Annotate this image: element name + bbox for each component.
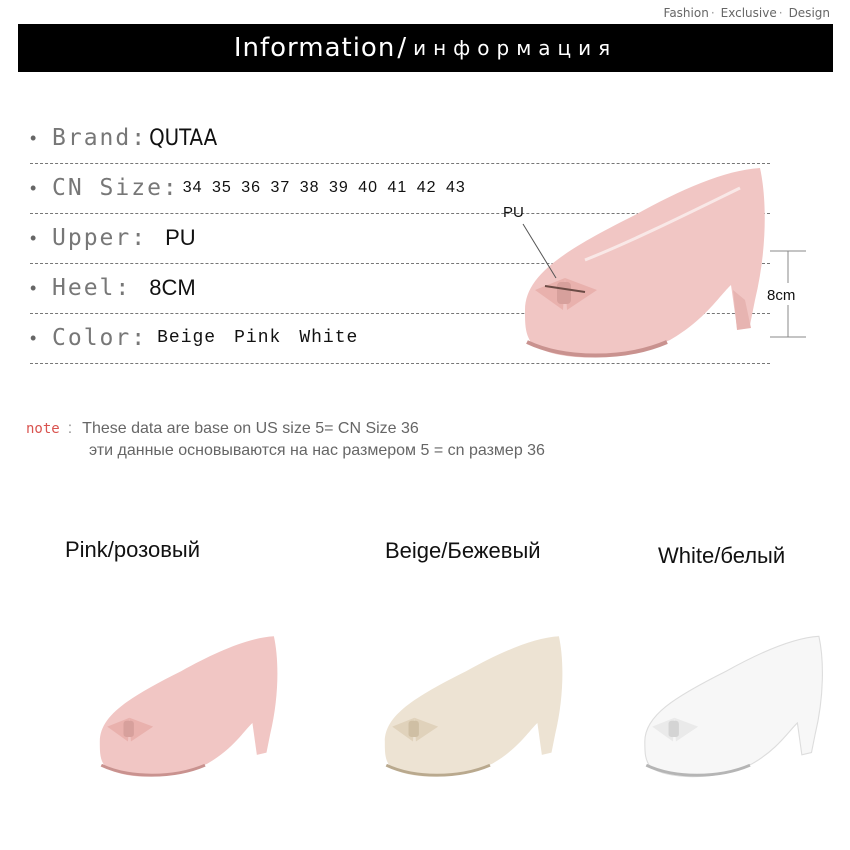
color-option: Beige [157, 328, 217, 348]
tagline-word: Fashion [663, 6, 709, 20]
color-option: White [299, 328, 359, 348]
color-option: Pink [234, 328, 282, 348]
size-note: note: These data are base on US size 5= C… [26, 418, 545, 462]
variant-name-pink: Pink/розовый [65, 537, 200, 562]
spec-label: CN Size: [52, 175, 179, 201]
tagline: Fashion · Exclusive · Design [663, 6, 830, 20]
heel-callout: 8cm [767, 287, 796, 304]
note-line-en: These data are base on US size 5= CN Siz… [82, 420, 419, 437]
variant-name-beige: Beige/Бежевый [385, 538, 541, 563]
banner-title-ru: информация [413, 36, 618, 60]
spec-label: Brand: [52, 125, 148, 151]
spec-label: Color: [52, 325, 148, 351]
spec-row-brand: • Brand: QUTAA [30, 113, 770, 164]
spec-label: Upper: [52, 225, 148, 251]
banner-title: Information [233, 33, 396, 63]
spec-value: Beige Pink White [157, 328, 376, 348]
variant-name-white: White/белый [658, 543, 786, 568]
spec-value: PU [165, 225, 196, 250]
upper-callout: PU [503, 204, 524, 221]
spec-value: QUTAA [149, 125, 218, 151]
shoe-image-beige [384, 636, 563, 777]
info-banner: Information / информация [18, 24, 833, 72]
upper-pointer-line [522, 223, 557, 279]
spec-value: 34 35 36 37 38 39 40 41 42 43 [182, 179, 466, 196]
spec-label: Heel: [52, 275, 132, 301]
spec-value: 8CM [149, 275, 196, 300]
tagline-word: Exclusive [720, 6, 777, 20]
shoe-image-pink [99, 636, 278, 777]
note-line-ru: эти данные основываются на нас размером … [89, 442, 545, 459]
note-key: note [26, 421, 60, 437]
tagline-word: Design [788, 6, 830, 20]
shoe-image-white [644, 635, 823, 778]
